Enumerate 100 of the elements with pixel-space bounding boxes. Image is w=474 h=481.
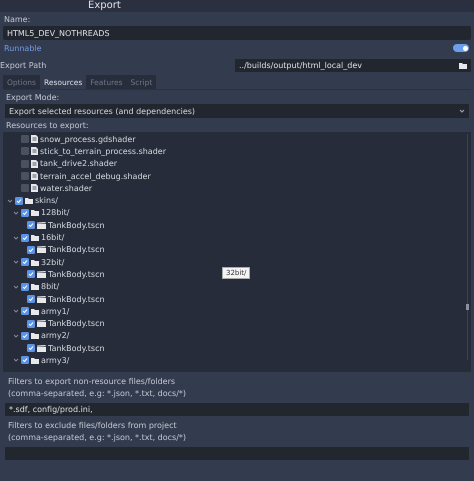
folder-icon [31,234,39,242]
tree-item-label: snow_process.gdshader [40,134,136,144]
tree-item[interactable]: 8bit/ [3,280,60,293]
checkbox[interactable] [21,307,29,316]
tree-item-label: stick_to_terrain_process.shader [40,146,166,156]
folder-icon [31,308,39,315]
tree-item[interactable]: TankBody.tscn [3,342,105,354]
tree-item[interactable]: snow_process.gdshader [3,133,136,146]
tree-item[interactable]: 128bit/ [3,206,70,220]
chevron-down-icon [459,109,465,113]
checkbox[interactable] [15,196,23,205]
tree-item-label: terrain_accel_debug.shader [40,172,151,181]
tree-item[interactable]: stick_to_terrain_process.shader [3,145,166,158]
export-path-field[interactable]: ../builds/output/html_local_dev [235,58,455,72]
caret-icon[interactable] [13,308,19,314]
caret-icon[interactable] [13,357,19,364]
tree-item-label: 32bit/ [41,258,64,267]
tree-item-label: TankBody.tscn [48,294,105,304]
tree-item[interactable]: TankBody.tscn [3,268,105,281]
tree-item-label: TankBody.tscn [48,245,105,254]
file-icon [31,160,38,168]
tree-item[interactable]: tank_drive2.shader [3,158,118,170]
name-field[interactable]: HTML5_DEV_NOTHREADS [3,26,471,40]
folder-icon [31,258,39,266]
tree-item[interactable]: terrain_accel_debug.shader [3,170,151,182]
tree-item-label: TankBody.tscn [48,270,105,279]
checkbox[interactable] [27,270,35,278]
tree-item[interactable]: TankBody.tscn [3,244,105,256]
checkbox[interactable] [27,246,35,254]
file-icon [31,172,38,180]
checkbox[interactable] [21,356,29,364]
folder-icon [31,332,39,340]
file-icon [31,135,38,144]
tree-item-label: army2/ [41,331,70,340]
tree-item-label: TankBody.tscn [48,344,105,353]
checkbox[interactable] [21,172,29,180]
clapperboard-icon [37,222,46,229]
tree-item-label: skins/ [35,196,58,206]
folder-icon [31,356,39,364]
checkbox[interactable] [27,221,35,230]
tree-item[interactable]: army3/ [3,354,70,367]
caret-icon[interactable] [7,198,13,204]
runnable-toggle[interactable] [453,44,469,52]
filter-hint: (comma-separated, e.g: *.json, *.txt, docs/*) [7,388,188,400]
tree-item[interactable]: army1/ [3,305,70,318]
tree-item-label: 16bit/ [41,233,64,242]
tree-item[interactable]: 32bit/ [3,256,64,268]
tree-item[interactable]: skins/ [3,194,58,207]
tree-item-label: army3/ [41,356,70,365]
caret-icon[interactable] [13,332,19,339]
caret-icon[interactable] [13,259,19,266]
file-icon [31,184,38,192]
caret-icon[interactable] [13,234,19,241]
folder-icon [31,283,39,290]
tree-item[interactable]: water.shader [3,182,92,194]
tree-item-label: 8bit/ [41,282,60,292]
checkbox[interactable] [21,258,29,266]
field-label: Resources to export: [5,120,90,132]
field-label: Export Path [0,60,48,70]
tree-item-label: TankBody.tscn [48,220,105,230]
tree-item[interactable]: TankBody.tscn [3,219,105,232]
include-filter-field[interactable]: *.sdf, config/prod.ini, [5,403,469,416]
checkbox[interactable] [27,295,35,303]
checkbox[interactable] [27,320,35,328]
filter-label: Filters to exclude files/folders from project [7,420,178,432]
field-label: Export Mode: [5,92,60,104]
window-title: Export [88,1,121,11]
checkbox[interactable] [21,282,29,291]
browse-button[interactable] [455,58,471,72]
tree-item[interactable]: TankBody.tscn [3,292,105,306]
filter-label: Filters to export non-resource files/folders [7,376,176,388]
clapperboard-icon [37,344,46,352]
caret-icon[interactable] [13,210,19,216]
export-mode-dropdown[interactable]: Export selected resources (and dependencies) [5,104,469,118]
file-icon [31,147,38,156]
checkbox[interactable] [21,135,29,144]
checkbox[interactable] [21,147,29,156]
checkbox[interactable] [21,208,29,217]
clapperboard-icon [37,246,46,254]
tree-item-label: tank_drive2.shader [40,159,118,168]
tree-item[interactable]: army2/ [3,330,70,342]
checkbox[interactable] [21,160,29,168]
checkbox[interactable] [21,234,29,242]
tree-item-label: water.shader [40,184,92,193]
tree-item-label: army1/ [41,306,70,316]
checkbox[interactable] [21,332,29,340]
filter-hint: (comma-separated, e.g: *.json, *.txt, docs/*) [7,432,188,444]
field-label: Name: [3,14,32,26]
runnable-label: Runnable [3,44,42,52]
tree-item-label: TankBody.tscn [48,319,105,328]
checkbox[interactable] [21,184,29,192]
tree-item-label: 128bit/ [41,208,70,218]
exclude-filter-field[interactable] [5,447,469,460]
tree-item[interactable]: 16bit/ [3,231,64,244]
checkbox[interactable] [27,344,35,352]
caret-icon[interactable] [13,284,19,290]
clapperboard-icon [37,296,46,302]
clapperboard-icon [37,270,46,278]
tree-item[interactable]: TankBody.tscn [3,317,105,330]
folder-icon [459,62,467,68]
